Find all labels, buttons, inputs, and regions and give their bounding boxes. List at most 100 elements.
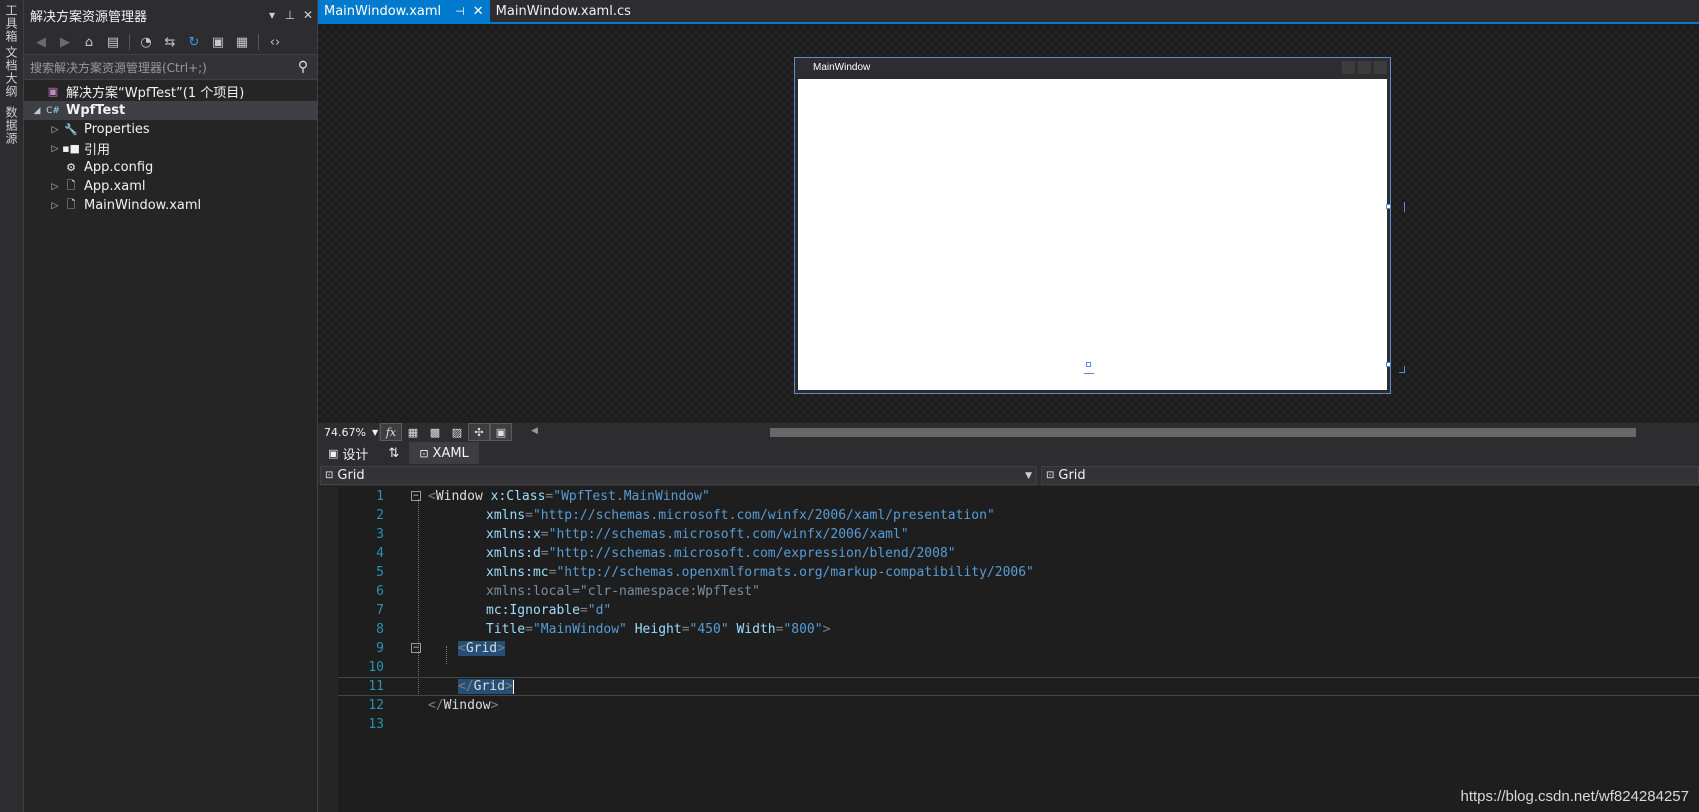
solution-search-box[interactable]: 搜索解决方案资源管理器(Ctrl+;) ⚲ — [24, 54, 317, 80]
pending-changes-filter-icon[interactable]: ◔ — [135, 32, 157, 52]
code-line[interactable]: 9 − <Grid> — [338, 639, 1699, 658]
designer-window-preview[interactable]: MainWindow — [794, 57, 1391, 394]
tree-item-app-xaml[interactable]: ▷ 🗋 App.xaml — [24, 177, 317, 196]
element-icon: ⊡ — [1046, 470, 1055, 481]
pin-icon[interactable]: ⊣ — [455, 5, 465, 18]
dropdown-icon[interactable]: ▾ — [263, 8, 281, 22]
resize-handle-corner[interactable] — [1386, 362, 1391, 367]
attr-value: "http://schemas.microsoft.com/winfx/2006… — [532, 508, 995, 523]
line-number: 8 — [376, 622, 384, 637]
element-dropdown-left[interactable]: ⊡ Grid ▼ — [320, 466, 1037, 485]
tree-item-label: Properties — [84, 122, 150, 137]
code-line[interactable]: 6 xmlns:local="clr-namespace:WpfTest" — [338, 582, 1699, 601]
xaml-file-icon: 🗋 — [66, 198, 76, 211]
tree-item-app-config[interactable]: ⚙ App.config — [24, 158, 317, 177]
tree-project-node[interactable]: ◢ C# WpfTest — [24, 101, 317, 120]
xaml-code-editor[interactable]: 1 − <Window x:Class="WpfTest.MainWindow"… — [318, 487, 1699, 812]
grid-icon[interactable]: ▦ — [402, 423, 424, 441]
pin-icon[interactable]: ⊥ — [281, 8, 299, 22]
swap-panes-button[interactable]: ⇅ — [378, 442, 409, 464]
navigation-bar: ⊡ Grid ▼ ⊡ Grid — [318, 465, 1699, 486]
horizontal-scrollbar[interactable] — [770, 428, 1636, 437]
home-icon[interactable]: ⌂ — [78, 32, 100, 52]
tab-design[interactable]: ▣ 设计 — [318, 442, 378, 464]
back-icon[interactable]: ◀ — [30, 32, 52, 52]
attr-value: "http://schemas.microsoft.com/expression… — [548, 546, 956, 561]
code-line[interactable]: 12 </Window> — [338, 696, 1699, 715]
code-line[interactable]: 1 − <Window x:Class="WpfTest.MainWindow" — [338, 487, 1699, 506]
expanded-arrow-icon[interactable]: ◢ — [30, 106, 44, 116]
show-all-files-icon[interactable]: ▦ — [231, 32, 253, 52]
sync-active-document-icon[interactable]: ⇆ — [159, 32, 181, 52]
zoom-dropdown[interactable]: 74.67% ▼ — [318, 423, 380, 441]
tab-mainwindow-xaml-cs[interactable]: MainWindow.xaml.cs — [490, 0, 637, 22]
line-number: 11 — [368, 679, 384, 694]
artboard-background-icon[interactable]: ▨ — [446, 423, 468, 441]
search-icon[interactable]: ⚲ — [289, 59, 317, 75]
resize-handle-bottom[interactable] — [1086, 362, 1091, 367]
attr-name: xmlns:local — [486, 584, 573, 599]
collapsed-arrow-icon[interactable]: ▷ — [48, 182, 62, 192]
element-icon: ⊡ — [325, 470, 334, 481]
tree-item-label: MainWindow.xaml — [84, 198, 202, 213]
tab-xaml[interactable]: ⊡ XAML — [409, 442, 479, 464]
tab-mainwindow-xaml[interactable]: MainWindow.xaml ⊣ ✕ — [318, 0, 490, 22]
line-number: 4 — [376, 546, 384, 561]
zoom-value: 74.67% — [324, 425, 366, 439]
maximize-icon — [1358, 61, 1371, 74]
attr-name: xmlns:mc — [486, 565, 549, 580]
line-number: 7 — [376, 603, 384, 618]
design-surface[interactable]: MainWindow — [318, 26, 1699, 423]
tree-item-references[interactable]: ▷ ▪■ 引用 — [24, 139, 317, 158]
view-code-icon[interactable]: ‹› — [264, 32, 286, 52]
design-icon: ▣ — [328, 446, 339, 460]
tree-item-properties[interactable]: ▷ 🔧 Properties — [24, 120, 317, 139]
designer-toolbar: 74.67% ▼ fx ▦ ▩ ▨ ✣ ▣ ◀ — [318, 423, 1699, 441]
collapsed-arrow-icon[interactable]: ▷ — [48, 201, 62, 211]
collapse-icon[interactable]: − — [411, 491, 421, 501]
refresh-icon[interactable]: ↻ — [183, 32, 205, 52]
side-tool-strip: 工具箱 文档大纲 数据源 — [0, 0, 24, 812]
snap-to-snaplines-icon[interactable]: ✣ — [468, 423, 490, 441]
line-number: 12 — [368, 698, 384, 713]
code-line[interactable]: 10 — [338, 658, 1699, 677]
document-outline-tab[interactable]: 文档大纲 — [3, 46, 20, 98]
switch-views-icon[interactable]: ▤ — [102, 32, 124, 52]
toolbox-tab[interactable]: 工具箱 — [3, 4, 20, 43]
effects-button[interactable]: fx — [380, 423, 402, 441]
tree-solution-node[interactable]: ▣ 解决方案“WpfTest”(1 个项目) — [24, 82, 317, 101]
code-line[interactable]: 8 Title="MainWindow" Height="450" Width=… — [338, 620, 1699, 639]
code-line[interactable]: 7 mc:Ignorable="d" — [338, 601, 1699, 620]
editor-area: MainWindow.xaml ⊣ ✕ MainWindow.xaml.cs M… — [318, 0, 1699, 812]
line-number: 9 — [376, 641, 384, 656]
data-sources-tab[interactable]: 数据源 — [3, 106, 20, 145]
close-icon[interactable]: ✕ — [473, 4, 484, 19]
code-line[interactable]: 4 xmlns:d="http://schemas.microsoft.com/… — [338, 544, 1699, 563]
window-tag: Window — [435, 489, 483, 504]
element-dropdown-right[interactable]: ⊡ Grid — [1041, 466, 1699, 485]
code-line[interactable]: 3 xmlns:x="http://schemas.microsoft.com/… — [338, 525, 1699, 544]
tree-item-mainwindow-xaml[interactable]: ▷ 🗋 MainWindow.xaml — [24, 196, 317, 215]
code-line[interactable]: 2 xmlns="http://schemas.microsoft.com/wi… — [338, 506, 1699, 525]
project-code-icon[interactable]: ▣ — [490, 423, 512, 441]
collapsed-arrow-icon[interactable]: ▷ — [48, 125, 62, 135]
attr-value: "MainWindow" — [532, 622, 627, 637]
window-close-tag: Window — [443, 698, 491, 713]
snap-gridlines-icon[interactable]: ▩ — [424, 423, 446, 441]
code-line[interactable]: 5 xmlns:mc="http://schemas.openxmlformat… — [338, 563, 1699, 582]
scroll-left-icon[interactable]: ◀ — [531, 426, 538, 436]
collapse-all-icon[interactable]: ▣ — [207, 32, 229, 52]
search-input[interactable]: 搜索解决方案资源管理器(Ctrl+;) — [30, 59, 289, 76]
designer-window-client[interactable] — [798, 79, 1387, 390]
resize-handle-right[interactable] — [1386, 204, 1391, 209]
collapse-icon[interactable]: − — [411, 643, 421, 653]
resize-guide — [1404, 366, 1405, 373]
collapsed-arrow-icon[interactable]: ▷ — [48, 144, 62, 154]
forward-icon[interactable]: ▶ — [54, 32, 76, 52]
tab-label: MainWindow.xaml.cs — [495, 3, 631, 19]
code-line[interactable]: 13 — [338, 715, 1699, 734]
project-label: WpfTest — [66, 103, 126, 118]
close-icon[interactable]: ✕ — [299, 8, 317, 22]
attr-name: Height — [634, 622, 682, 637]
code-line-current[interactable]: 11 </Grid> — [338, 677, 1699, 696]
